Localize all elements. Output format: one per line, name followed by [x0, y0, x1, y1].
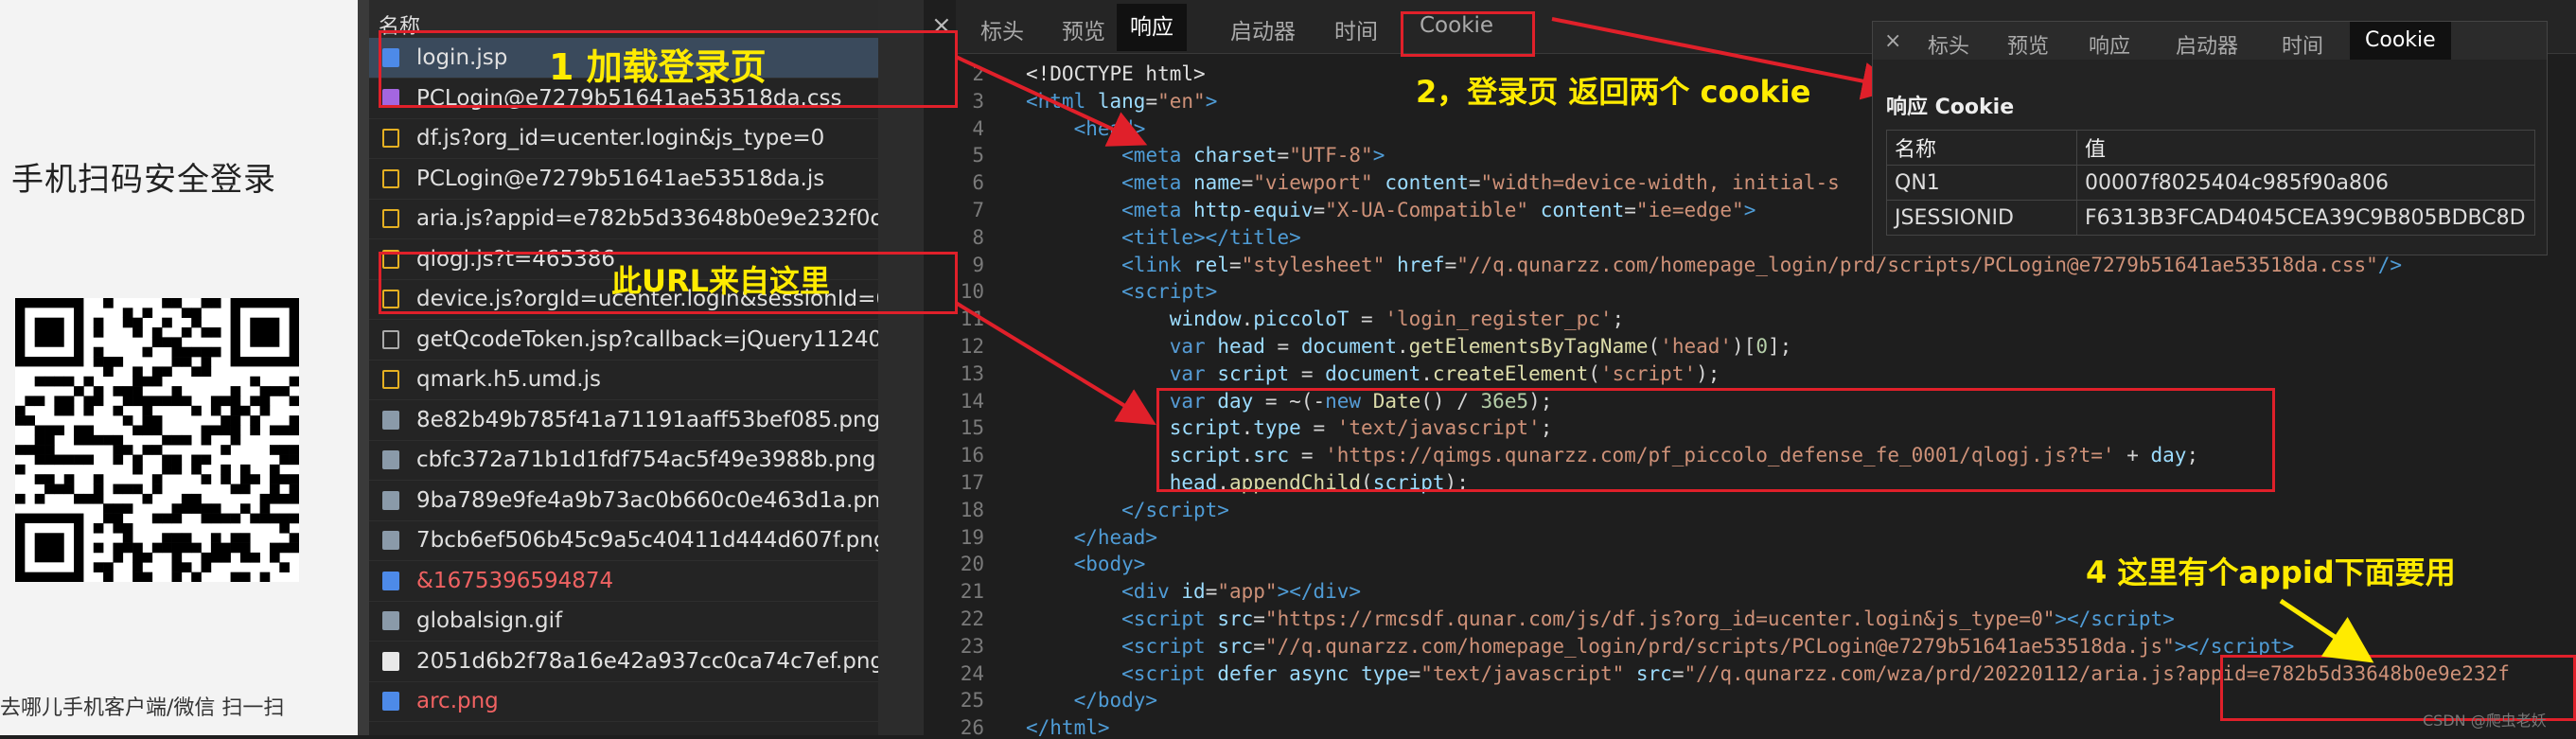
popup-close-icon[interactable]: ×: [1884, 29, 1901, 53]
popup-tab-2[interactable]: 响应: [2089, 29, 2130, 60]
popup-tab-1[interactable]: 预览: [2007, 29, 2049, 60]
annotation-step-4: 4 这里有个appid下面要用: [2086, 554, 2456, 590]
cookie-table-header: 名称 值: [1886, 130, 2535, 166]
response-cookie-heading: 响应 Cookie: [1886, 96, 2015, 119]
cookie-popup: × 标头 预览 响应 启动器 时间 Cookie 响应 Cookie 名称 值 QN1 00…: [1872, 21, 2548, 255]
popup-tab-4[interactable]: 时间: [2282, 29, 2323, 60]
cookie-name-cell: JSESSIONID: [1886, 200, 2077, 236]
cookie-value-cell: F6313B3FCAD4045CEA39C9B805BDBC8D: [2076, 200, 2535, 236]
table-row[interactable]: JSESSIONID F6313B3FCAD4045CEA39C9B805BDB…: [1886, 200, 2535, 236]
cookie-value-header: 值: [2076, 130, 2535, 166]
arrow-appid: [2279, 598, 2374, 663]
popup-tabbar: × 标头 预览 响应 启动器 时间 Cookie: [1873, 22, 2547, 60]
table-row[interactable]: QN1 00007f8025404c985f90a806: [1886, 165, 2535, 201]
annotation-step-1: 1 加载登录页: [549, 46, 767, 88]
arrow-login-to-code: [955, 55, 1148, 147]
cookie-name-header: 名称: [1886, 130, 2077, 166]
annotation-step-2: 2，登录页 返回两个 cookie: [1416, 74, 1811, 110]
popup-tab-5[interactable]: Cookie: [2350, 22, 2451, 60]
cookie-table: 名称 值 QN1 00007f8025404c985f90a806 JSESSI…: [1886, 130, 2535, 236]
cookie-value-cell: 00007f8025404c985f90a806: [2076, 165, 2535, 201]
popup-tab-3[interactable]: 启动器: [2176, 29, 2238, 60]
watermark-text: CSDN @爬虫老妖: [2423, 712, 2547, 730]
popup-tab-0[interactable]: 标头: [1928, 29, 1969, 60]
annotation-url-source: 此URL来自这里: [611, 263, 831, 299]
cookie-name-cell: QN1: [1886, 165, 2077, 201]
arrow-qlogj-to-code: [954, 301, 1156, 426]
